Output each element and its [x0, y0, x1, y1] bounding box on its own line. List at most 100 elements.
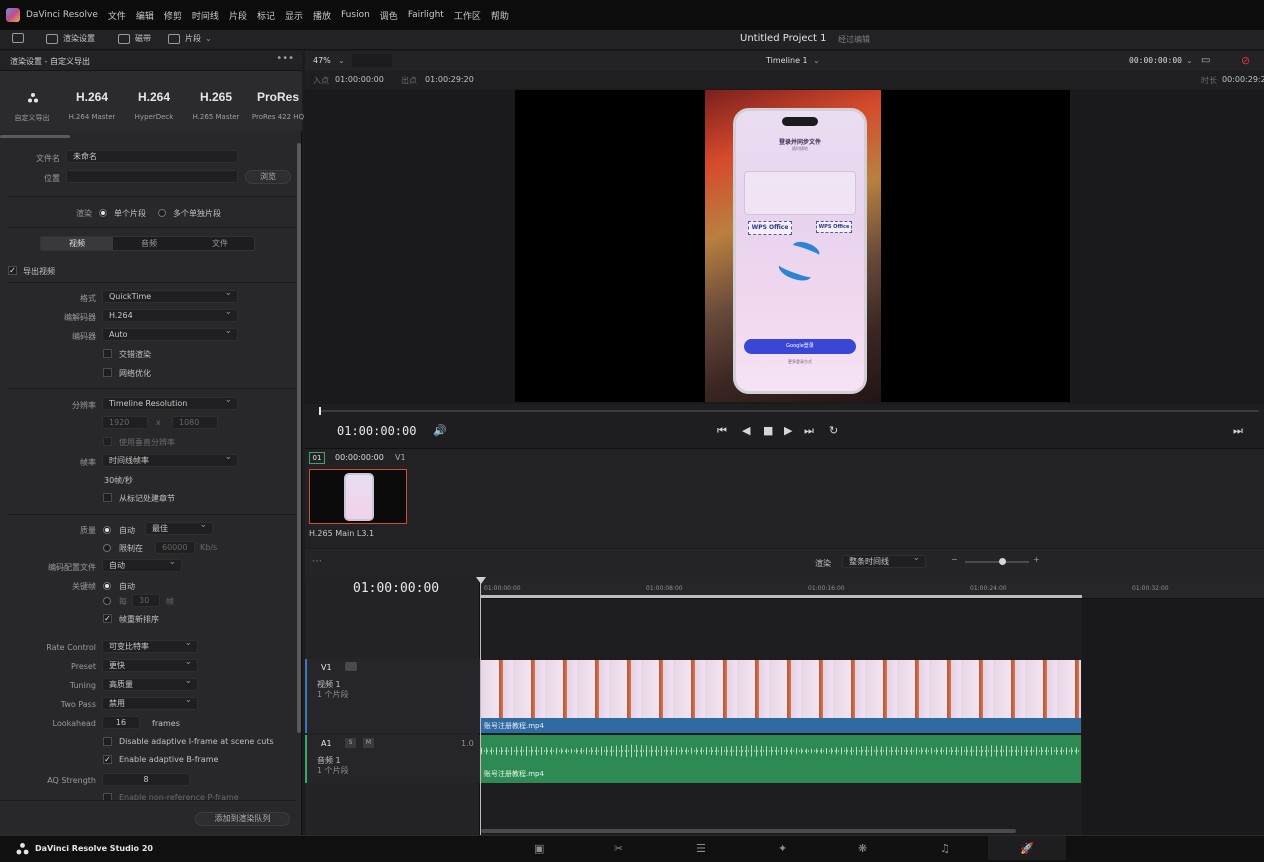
tape-button[interactable]: 磁带: [118, 33, 151, 44]
presets-scrollbar[interactable]: [0, 135, 70, 138]
viewer-current-timecode[interactable]: 01:00:00:00: [337, 424, 416, 438]
chapters-checkbox[interactable]: [103, 493, 112, 502]
lookahead-input[interactable]: 16: [102, 716, 140, 729]
tab-audio[interactable]: 音频: [113, 237, 185, 250]
fairlight-page-icon[interactable]: ♫: [940, 842, 950, 855]
bitrate-input[interactable]: 60000: [155, 541, 195, 554]
next-clip-icon[interactable]: ⏭: [1233, 424, 1243, 438]
keyframe-every-input[interactable]: 30: [132, 594, 160, 607]
preset-prores[interactable]: ProRes ProRes 422 HQ: [248, 71, 308, 131]
quality-level-select[interactable]: 最佳: [145, 522, 213, 535]
clip-thumbnail[interactable]: [309, 469, 407, 524]
multi-clip-radio[interactable]: [158, 209, 166, 217]
zoom-dropdown-field[interactable]: [352, 54, 392, 67]
codec-select[interactable]: H.264: [102, 309, 238, 322]
zoom-out-icon[interactable]: −: [951, 555, 958, 564]
enable-bframe-checkbox[interactable]: ✓: [103, 755, 112, 764]
keyframe-auto-radio[interactable]: [103, 582, 111, 590]
edit-page-icon[interactable]: ☰: [696, 842, 706, 855]
play-icon[interactable]: ▶: [784, 424, 792, 437]
playhead-handle-icon[interactable]: [476, 577, 486, 584]
monitor-output-icon[interactable]: ▭: [1201, 55, 1210, 66]
timeline-timecode[interactable]: 01:00:00:00: [353, 581, 439, 596]
timeline-options-icon[interactable]: ⋯: [312, 556, 322, 567]
skip-start-icon[interactable]: ⏮: [717, 424, 727, 438]
disable-iframe-checkbox[interactable]: [103, 737, 112, 746]
single-clip-radio[interactable]: [99, 209, 107, 217]
menu-timeline[interactable]: 时间线: [192, 9, 219, 22]
framerate-select[interactable]: 时间线帧率: [102, 454, 238, 467]
interlace-checkbox[interactable]: [103, 349, 112, 358]
preset-custom[interactable]: 自定义导出: [2, 71, 62, 131]
menu-fusion[interactable]: Fusion: [341, 10, 370, 20]
timeline-scrollbar[interactable]: [481, 829, 1016, 833]
timeline-ruler[interactable]: 01:00:00:00 01:00:08:00 01:00:16:00 01:0…: [480, 577, 1264, 599]
tab-file[interactable]: 文件: [185, 237, 255, 250]
preset-hyperdeck[interactable]: H.264 HyperDeck: [124, 71, 184, 131]
skip-end-icon[interactable]: ⏭: [804, 424, 814, 438]
menu-trim[interactable]: 修剪: [164, 9, 182, 22]
menu-clip[interactable]: 片段: [229, 9, 247, 22]
v1-track-header[interactable]: V1 视频 1 1 个片段: [305, 659, 480, 733]
play-reverse-icon[interactable]: ◀: [742, 424, 750, 437]
color-page-icon[interactable]: ❋: [858, 842, 867, 855]
menu-app[interactable]: DaVinci Resolve: [26, 10, 98, 20]
zoom-slider-handle[interactable]: [999, 558, 1006, 565]
monitor-button[interactable]: [12, 33, 29, 43]
video-viewer[interactable]: 登录并同步文件 随时随地 WPS Office WPS Office Googl…: [305, 89, 1264, 404]
menu-workspace[interactable]: 工作区: [454, 9, 481, 22]
bypass-icon[interactable]: ⊘: [1241, 54, 1250, 67]
menu-view[interactable]: 显示: [285, 9, 303, 22]
quality-auto-radio[interactable]: [103, 526, 111, 534]
menu-edit[interactable]: 编辑: [136, 9, 154, 22]
encoder-select[interactable]: Auto: [102, 328, 238, 341]
a1-audio-clip[interactable]: 账号注册教程.mp4: [481, 735, 1081, 783]
rate-control-select[interactable]: 可变比特率: [102, 640, 198, 653]
profile-select[interactable]: 自动: [102, 559, 182, 572]
tuning-select[interactable]: 高质量: [102, 678, 198, 691]
width-input[interactable]: 1920: [102, 416, 148, 429]
tab-video[interactable]: 视频: [41, 237, 113, 250]
format-select[interactable]: QuickTime: [102, 290, 238, 303]
viewer-timecode[interactable]: 00:00:00:00: [1129, 56, 1182, 65]
clip-button[interactable]: 片段 ⌄: [168, 33, 212, 44]
filename-input[interactable]: 未命名: [66, 150, 238, 163]
add-to-queue-button[interactable]: 添加到渲染队列: [195, 812, 290, 826]
preset-h265-master[interactable]: H.265 H.265 Master: [186, 71, 246, 131]
preset-h264-master[interactable]: H.264 H.264 Master: [62, 71, 122, 131]
render-settings-button[interactable]: 渲染设置: [46, 33, 95, 44]
a1-track-header[interactable]: A1 S M 1.0 音频 1 1 个片段: [305, 735, 480, 783]
network-opt-checkbox[interactable]: [103, 368, 112, 377]
menu-help[interactable]: 帮助: [491, 9, 509, 22]
browse-button[interactable]: 浏览: [245, 170, 291, 184]
loop-icon[interactable]: ↻: [829, 424, 838, 437]
fusion-page-icon[interactable]: ✦: [778, 842, 787, 855]
track-lock-icon[interactable]: [345, 662, 357, 671]
v1-video-clip[interactable]: 账号注册教程.mp4: [481, 660, 1081, 733]
scrub-playhead[interactable]: [319, 407, 321, 415]
resolution-select[interactable]: Timeline Resolution: [102, 397, 238, 410]
vertical-res-checkbox[interactable]: [103, 437, 112, 446]
export-video-checkbox[interactable]: ✓: [8, 266, 17, 275]
quality-limit-radio[interactable]: [103, 544, 111, 552]
menu-file[interactable]: 文件: [108, 9, 126, 22]
scrub-track[interactable]: [319, 410, 1259, 412]
timeline-playhead[interactable]: [480, 577, 481, 835]
preset-select[interactable]: 更快: [102, 659, 198, 672]
zoom-select[interactable]: 47%: [313, 56, 331, 65]
frame-reorder-checkbox[interactable]: ✓: [103, 614, 112, 623]
twopass-select[interactable]: 禁用: [102, 697, 198, 710]
stop-icon[interactable]: ■: [763, 424, 773, 437]
more-options-icon[interactable]: •••: [276, 53, 294, 64]
aq-input[interactable]: 8: [102, 773, 190, 786]
cut-page-icon[interactable]: ✂: [614, 842, 623, 855]
keyframe-every-radio[interactable]: [103, 597, 111, 605]
render-range-select[interactable]: 整条时间线: [842, 555, 926, 568]
zoom-in-icon[interactable]: +: [1033, 555, 1040, 564]
mute-button[interactable]: M: [363, 738, 374, 748]
menu-color[interactable]: 调色: [380, 9, 398, 22]
timeline-name-select[interactable]: Timeline 1: [766, 56, 808, 65]
menu-playback[interactable]: 播放: [313, 9, 331, 22]
volume-icon[interactable]: 🔊: [433, 424, 447, 437]
settings-scrollbar[interactable]: [297, 143, 301, 733]
